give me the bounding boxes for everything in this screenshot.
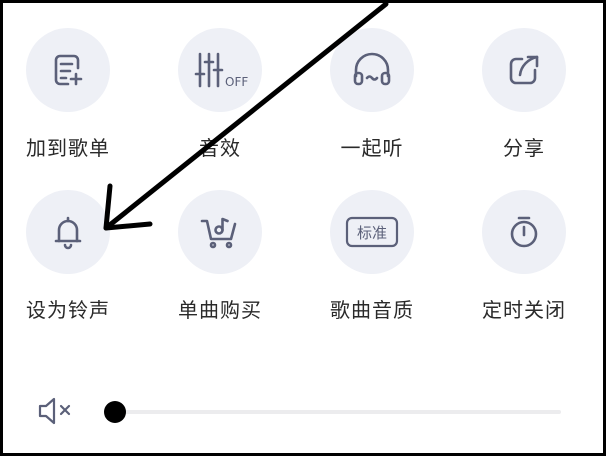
action-label: 一起听 [340, 136, 404, 160]
volume-slider-handle[interactable] [104, 401, 126, 423]
bell-icon [26, 190, 110, 274]
add-to-playlist-button[interactable]: 加到歌单 [13, 28, 123, 178]
action-label: 设为铃声 [26, 298, 110, 322]
share-icon [482, 28, 566, 112]
quality-icon: 标准 [330, 190, 414, 274]
listen-together-icon [330, 28, 414, 112]
sleep-timer-button[interactable]: 定时关闭 [469, 190, 579, 340]
sound-effects-button[interactable]: OFF 音效 [165, 28, 275, 178]
buy-single-button[interactable]: 单曲购买 [165, 190, 275, 340]
set-ringtone-button[interactable]: 设为铃声 [13, 190, 123, 340]
svg-text:OFF: OFF [225, 75, 248, 89]
listen-together-button[interactable]: 一起听 [317, 28, 427, 178]
timer-icon [482, 190, 566, 274]
speaker-muted-icon[interactable] [37, 395, 77, 427]
svg-text:标准: 标准 [357, 224, 387, 242]
action-label: 加到歌单 [26, 136, 110, 160]
action-label: 歌曲音质 [330, 298, 414, 322]
action-label: 音效 [199, 136, 241, 160]
share-button[interactable]: 分享 [469, 28, 579, 178]
action-label: 定时关闭 [482, 298, 566, 322]
action-grid: 加到歌单 OFF 音效 一起听 分享 设为铃声 单曲购买 标准 歌曲音质 定时关… [3, 3, 603, 453]
action-label: 单曲购买 [178, 298, 262, 322]
add-to-playlist-icon [26, 28, 110, 112]
song-quality-button[interactable]: 标准 歌曲音质 [317, 190, 427, 340]
buy-cart-icon [178, 190, 262, 274]
sound-effects-icon: OFF [178, 28, 262, 112]
volume-slider[interactable] [104, 401, 561, 423]
volume-control [3, 391, 603, 431]
action-label: 分享 [503, 136, 545, 160]
action-sheet: 加到歌单 OFF 音效 一起听 分享 设为铃声 单曲购买 标准 歌曲音质 定时关… [0, 0, 606, 456]
